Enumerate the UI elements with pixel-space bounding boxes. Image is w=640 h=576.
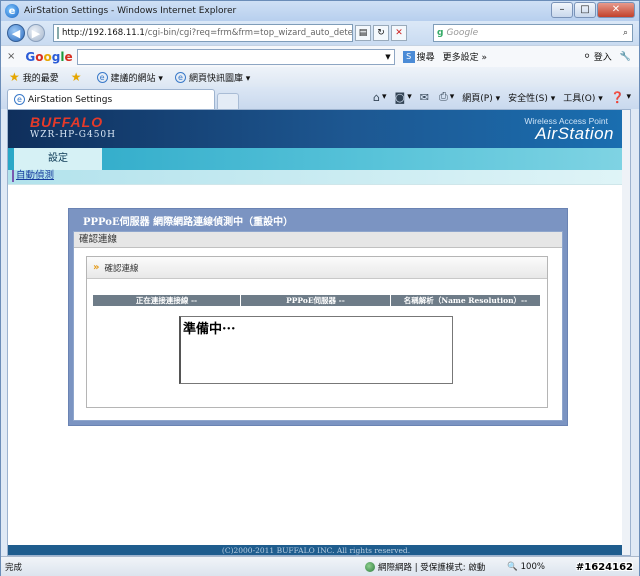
minimize-button[interactable]: –: [551, 2, 573, 18]
divider: [8, 184, 624, 185]
search-button-icon: S: [402, 50, 415, 63]
add-favorite-icon[interactable]: ★: [71, 70, 85, 84]
url-path: /cgi-bin/cgi?req=frm&frm=top_wizard_auto…: [144, 28, 353, 38]
status-display: 準備中···: [179, 316, 453, 384]
address-field[interactable]: http://192.168.11.1/cgi-bin/cgi?req=frm&…: [53, 24, 353, 42]
sub-menu: 自動偵測: [8, 170, 624, 184]
help-icon[interactable]: ❓ ▾: [611, 91, 631, 104]
feeds-icon[interactable]: ◙ ▾: [395, 91, 412, 104]
signin-button[interactable]: ⚪ 登入: [583, 50, 612, 64]
zoom-level[interactable]: 🔍 100%: [507, 562, 545, 572]
column-cable: 正在連接連接線 --: [93, 295, 241, 306]
security-zone[interactable]: 網際網路 | 受保護模式: 啟動: [365, 561, 485, 573]
status-bar: 完成 網際網路 | 受保護模式: 啟動 🔍 100%: [1, 556, 639, 576]
address-value: http://192.168.11.1/cgi-bin/cgi?req=frm&…: [62, 28, 353, 38]
panel-body: 確認連線 » 確認連線 正在連接連接線 -- PPPoE伺服器 -- 名稱解析（…: [73, 231, 563, 421]
ie-logo-icon: e: [5, 4, 19, 18]
page-content: BUFFALO WZR-HP-G450H Wireless Access Poi…: [7, 109, 631, 556]
column-name-resolution: 名稱解析（Name Resolution）--: [391, 295, 540, 306]
double-chevron-icon: »: [93, 262, 100, 273]
vertical-scrollbar[interactable]: [622, 110, 630, 555]
search-input[interactable]: g Google ⌕: [433, 24, 633, 42]
compatibility-icon[interactable]: ▤: [355, 25, 371, 41]
detection-panel: PPPoE伺服器 網際網路連線偵測中（重設中） 確認連線 » 確認連線 正在連接…: [68, 208, 568, 426]
browser-window: e AirStation Settings - Windows Internet…: [0, 0, 640, 576]
google-toolbar: × Google ▼ S 搜尋 更多設定 » ⚪ 登入 🔧: [1, 45, 639, 67]
globe-icon: [365, 561, 375, 572]
mail-icon[interactable]: ✉: [420, 91, 431, 104]
box-title: 確認連線: [104, 263, 139, 274]
signin-icon: ⚪: [583, 51, 591, 62]
page-menu[interactable]: 網頁(P) ▾: [462, 91, 500, 104]
copyright-footer: (C)2000-2011 BUFFALO INC. All rights res…: [8, 545, 624, 555]
auto-detect-link[interactable]: 自動偵測: [12, 170, 54, 182]
forward-arrow-icon[interactable]: ▶: [27, 24, 45, 42]
navigation-bar: ◀ ▶ http://192.168.11.1/cgi-bin/cgi?req=…: [1, 21, 639, 45]
airstation-header: BUFFALO WZR-HP-G450H Wireless Access Poi…: [8, 110, 624, 148]
ie-page-icon: e: [14, 94, 25, 105]
refresh-icon[interactable]: ↻: [373, 25, 389, 41]
tools-menu[interactable]: 工具(O) ▾: [563, 91, 603, 104]
search-placeholder: Google: [446, 28, 479, 38]
column-pppoe: PPPoE伺服器 --: [241, 295, 391, 306]
favorites-star-icon: ★: [9, 70, 20, 84]
page-icon: [57, 27, 59, 39]
google-dropdown-icon[interactable]: ▼: [385, 53, 390, 61]
web-slice-gallery-link[interactable]: e 網頁快訊圖庫 ▾: [174, 71, 250, 84]
google-search-field[interactable]: ▼: [76, 48, 395, 65]
back-arrow-icon[interactable]: ◀: [7, 24, 25, 42]
google-search-button[interactable]: S 搜尋: [402, 50, 435, 63]
safety-menu[interactable]: 安全性(S) ▾: [508, 91, 555, 104]
suggested-sites-link[interactable]: e 建議的網站 ▾: [96, 71, 163, 84]
favorites-bar: ★ 我的最愛 ★ e 建議的網站 ▾ e 網頁快訊圖庫 ▾: [1, 67, 639, 87]
window-title: AirStation Settings - Windows Internet E…: [24, 6, 237, 16]
window-controls: – □ ✕: [550, 2, 635, 18]
status-text: 完成: [5, 562, 23, 573]
home-icon[interactable]: ⌂ ▾: [373, 91, 387, 104]
progress-header: 正在連接連接線 -- PPPoE伺服器 -- 名稱解析（Name Resolut…: [93, 295, 540, 306]
google-g-icon: g: [437, 28, 444, 38]
print-icon[interactable]: ⎙ ▾: [439, 90, 454, 104]
maximize-button[interactable]: □: [574, 2, 596, 18]
google-logo: Google: [25, 49, 73, 64]
ie-page-icon: e: [96, 71, 108, 83]
url-host: http://192.168.11.1: [62, 28, 145, 38]
panel-subtitle: 確認連線: [74, 232, 562, 248]
tab-airstation-settings[interactable]: e AirStation Settings: [7, 89, 215, 109]
more-settings-button[interactable]: 更多設定 »: [443, 50, 487, 63]
stop-icon[interactable]: ✕: [391, 25, 407, 41]
close-button[interactable]: ✕: [597, 2, 635, 18]
tab-settings[interactable]: 設定: [14, 148, 102, 170]
buffalo-logo: BUFFALO: [30, 114, 104, 130]
main-menu: 設定: [8, 148, 624, 170]
wrench-icon[interactable]: 🔧: [620, 52, 631, 62]
connection-check-box: » 確認連線 正在連接連接線 -- PPPoE伺服器 -- 名稱解析（Name …: [86, 256, 548, 408]
watermark: #1624162: [575, 562, 633, 573]
box-header: » 確認連線: [87, 257, 547, 279]
panel-title: PPPoE伺服器 網際網路連線偵測中（重設中）: [83, 217, 294, 228]
model-name: WZR-HP-G450H: [30, 130, 116, 140]
toolbar-close-icon[interactable]: ×: [7, 51, 15, 62]
airstation-logo: AirStation: [535, 124, 614, 143]
new-tab-button[interactable]: [217, 93, 239, 109]
command-bar: ⌂ ▾ ◙ ▾ ✉ ⎙ ▾ 網頁(P) ▾ 安全性(S) ▾ 工具(O) ▾ ❓ ▾: [365, 90, 631, 104]
title-bar: e AirStation Settings - Windows Internet…: [1, 1, 639, 21]
search-icon[interactable]: ⌕: [623, 28, 628, 38]
ie-page-icon: e: [174, 71, 186, 83]
favorites-button[interactable]: ★ 我的最愛: [9, 70, 59, 84]
